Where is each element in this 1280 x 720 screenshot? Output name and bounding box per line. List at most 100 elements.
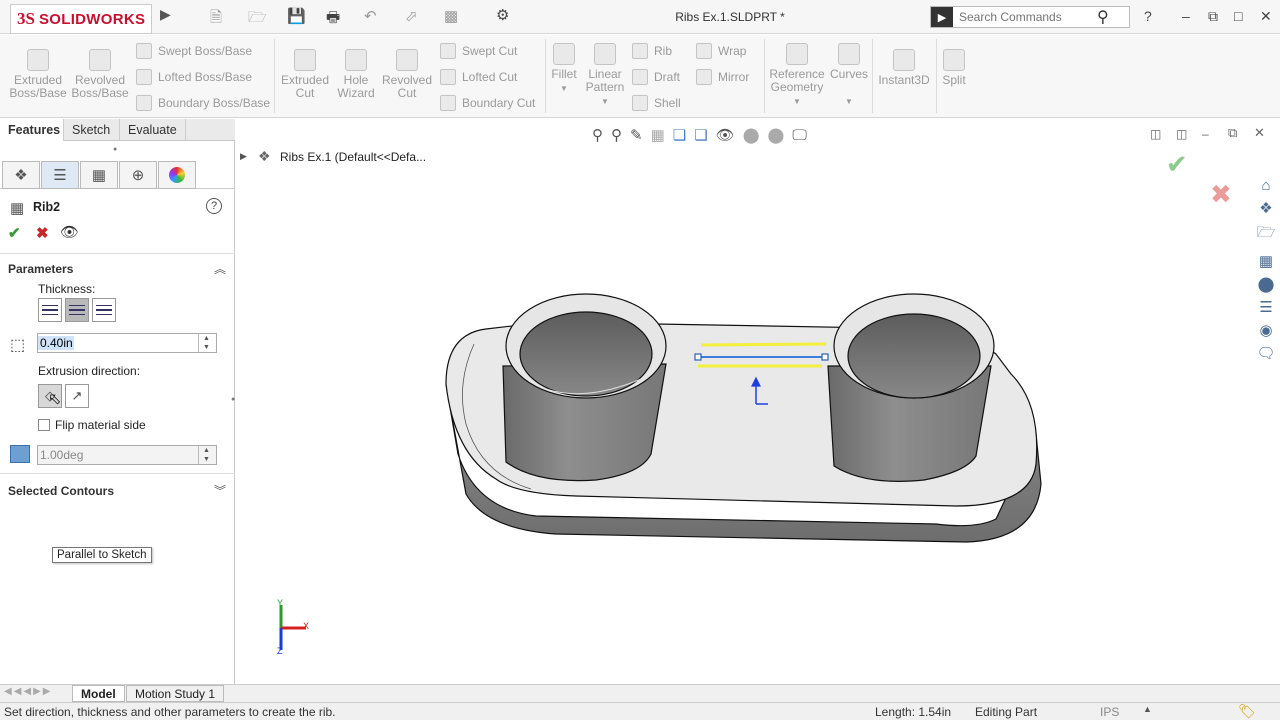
wrap-button[interactable]: Wrap — [696, 43, 746, 59]
rib-button[interactable]: Rib — [632, 43, 672, 59]
reference-geometry-button[interactable]: Reference Geometry ▼ — [768, 43, 826, 108]
section-view-icon[interactable]: ▦ — [651, 126, 665, 144]
thickness-field[interactable]: ▲▼ — [37, 333, 217, 353]
confirm-cancel-icon[interactable]: ✖ — [1210, 179, 1232, 210]
parameters-header[interactable]: Parameters ︽ — [0, 259, 235, 277]
cancel-button[interactable]: ✖ — [36, 224, 49, 242]
search-icon[interactable]: ⚲ — [1097, 7, 1109, 27]
thickness-second-side-button[interactable] — [92, 298, 116, 322]
tag-icon[interactable]: 🏷 — [1238, 703, 1256, 720]
search-commands[interactable]: ▶ ⚲ — [930, 6, 1130, 28]
design-library-icon[interactable]: ❖ — [1259, 199, 1272, 217]
view-palette-icon[interactable]: ▦ — [1259, 252, 1273, 270]
draft-angle-spinner[interactable]: ▲ ▼ — [198, 446, 214, 464]
preview-eye-icon[interactable]: 👁 — [60, 223, 79, 241]
open-icon[interactable]: 🗁 — [248, 7, 267, 32]
fillet-dropdown-icon[interactable]: ▼ — [560, 84, 568, 93]
selected-contours-header[interactable]: Selected Contours ︾ — [0, 481, 235, 499]
custom-properties-icon[interactable]: ☰ — [1259, 298, 1272, 316]
graphics-area[interactable]: ⚲ ⚲ ✎ ▦ ❏ ❏ 👁 ⬤ ⬤ 🖵 ◫ ◫ – ⧉ ✕ ▶ ❖ Ribs E… — [236, 119, 1280, 685]
menu-expand-icon[interactable]: ▶ — [160, 6, 171, 23]
tab-motion-study[interactable]: Motion Study 1 — [126, 685, 225, 702]
viewport-close-button[interactable]: ✕ — [1254, 125, 1265, 141]
lofted-boss-button[interactable]: Lofted Boss/Base — [136, 69, 252, 85]
search-mode-icon[interactable]: ▶ — [931, 7, 953, 27]
tab-sketch[interactable]: Sketch — [64, 119, 120, 141]
fillet-button[interactable]: Fillet ▼ — [548, 43, 580, 95]
thickness-first-side-button[interactable] — [38, 298, 62, 322]
hole-wizard-button[interactable]: Hole Wizard — [332, 49, 380, 100]
swept-boss-button[interactable]: Swept Boss/Base — [136, 43, 252, 59]
save-icon[interactable]: 💾 — [287, 7, 306, 25]
edit-appearance-icon[interactable]: ⬤ — [743, 126, 760, 144]
split-horizontal-icon[interactable]: ◫ — [1150, 127, 1161, 141]
viewport-minimize-button[interactable]: – — [1202, 127, 1209, 141]
extruded-boss-button[interactable]: Extruded Boss/Base — [8, 49, 68, 100]
part-model[interactable] — [436, 284, 1056, 554]
search-input[interactable] — [953, 10, 1093, 24]
normal-to-sketch-button[interactable]: ↗ — [65, 384, 89, 408]
new-icon[interactable]: 🗎 — [210, 7, 222, 32]
revolved-cut-button[interactable]: Revolved Cut — [380, 49, 434, 100]
home-icon[interactable]: ⌂ — [1261, 177, 1270, 194]
zoom-to-area-icon[interactable]: ⚲ — [611, 126, 622, 144]
help-icon[interactable]: ? — [1144, 8, 1152, 24]
close-button[interactable]: ✕ — [1260, 8, 1272, 25]
help-icon[interactable]: ? — [206, 198, 222, 214]
flyout-tree-root[interactable]: Ribs Ex.1 (Default<<Defa... — [280, 150, 426, 164]
swept-cut-button[interactable]: Swept Cut — [440, 43, 517, 59]
display-style-icon[interactable]: ❏ — [694, 126, 707, 144]
curves-dropdown-icon[interactable]: ▼ — [845, 97, 853, 106]
print-icon[interactable]: 🖶 — [326, 7, 340, 32]
zoom-to-fit-icon[interactable]: ⚲ — [592, 126, 603, 144]
status-units[interactable]: IPS — [1100, 705, 1119, 719]
boundary-cut-button[interactable]: Boundary Cut — [440, 95, 535, 111]
select-icon[interactable]: ⬀ — [405, 7, 418, 25]
linear-pattern-button[interactable]: Linear Pattern ▼ — [582, 43, 628, 108]
shell-button[interactable]: Shell — [632, 95, 681, 111]
display-manager-tab[interactable] — [158, 161, 196, 189]
draft-icon[interactable] — [10, 445, 30, 463]
draft-button[interactable]: Draft — [632, 69, 680, 85]
solidworks-resources-icon[interactable]: ◉ — [1259, 321, 1272, 339]
file-explorer-icon[interactable]: 🗁 — [1257, 222, 1276, 247]
tab-model[interactable]: Model — [72, 685, 125, 702]
appearances-icon[interactable]: ⬤ — [1258, 275, 1275, 293]
viewport-restore-button[interactable]: ⧉ — [1228, 125, 1237, 141]
restore-button[interactable]: ⧉ — [1208, 8, 1218, 25]
feature-manager-tab[interactable]: ❖ — [2, 161, 40, 189]
draft-angle-field[interactable]: ▲▼ — [37, 445, 217, 465]
draft-angle-input[interactable] — [38, 448, 198, 462]
hide-show-icon[interactable]: 👁 — [716, 126, 735, 144]
panel-collapse-handle[interactable]: ● — [231, 396, 235, 403]
view-orientation-icon[interactable]: ❏ — [673, 126, 686, 144]
options-icon[interactable]: ⚙ — [496, 6, 509, 24]
flip-material-checkbox[interactable] — [38, 419, 50, 431]
curves-button[interactable]: Curves ▼ — [828, 43, 870, 108]
panel-splitter-handle[interactable]: ● — [113, 146, 117, 153]
boundary-boss-button[interactable]: Boundary Boss/Base — [136, 95, 270, 111]
tab-features[interactable]: Features — [0, 119, 64, 141]
chevron-up-icon[interactable]: ︽ — [214, 260, 226, 277]
property-manager-tab[interactable]: ☰ — [41, 161, 79, 189]
previous-view-icon[interactable]: ✎ — [630, 126, 643, 144]
maximize-button[interactable]: □ — [1234, 8, 1242, 24]
split-button[interactable]: Split — [938, 49, 970, 87]
confirm-ok-icon[interactable]: ✔ — [1166, 149, 1188, 180]
linear-pattern-dropdown-icon[interactable]: ▼ — [601, 97, 609, 106]
undo-icon[interactable]: ↶ — [364, 7, 377, 25]
solidworks-logo[interactable]: 3S SOLIDWORKS — [10, 4, 152, 34]
split-vertical-icon[interactable]: ◫ — [1176, 127, 1187, 141]
forum-icon[interactable]: 🗨 — [1256, 344, 1275, 362]
units-dropdown-icon[interactable]: ▲ — [1143, 704, 1152, 714]
instant3d-button[interactable]: Instant3D — [876, 49, 932, 87]
extruded-cut-button[interactable]: Extruded Cut — [278, 49, 332, 100]
mirror-button[interactable]: Mirror — [696, 69, 749, 85]
chevron-down-icon[interactable]: ︾ — [214, 482, 226, 499]
view-settings-icon[interactable]: 🖵 — [792, 127, 806, 144]
thickness-spinner[interactable]: ▲ ▼ — [198, 334, 214, 352]
minimize-button[interactable]: – — [1182, 8, 1190, 24]
apply-scene-icon[interactable]: ⬤ — [768, 126, 785, 144]
reference-geometry-dropdown-icon[interactable]: ▼ — [793, 97, 801, 106]
thickness-both-sides-button[interactable] — [65, 298, 89, 322]
